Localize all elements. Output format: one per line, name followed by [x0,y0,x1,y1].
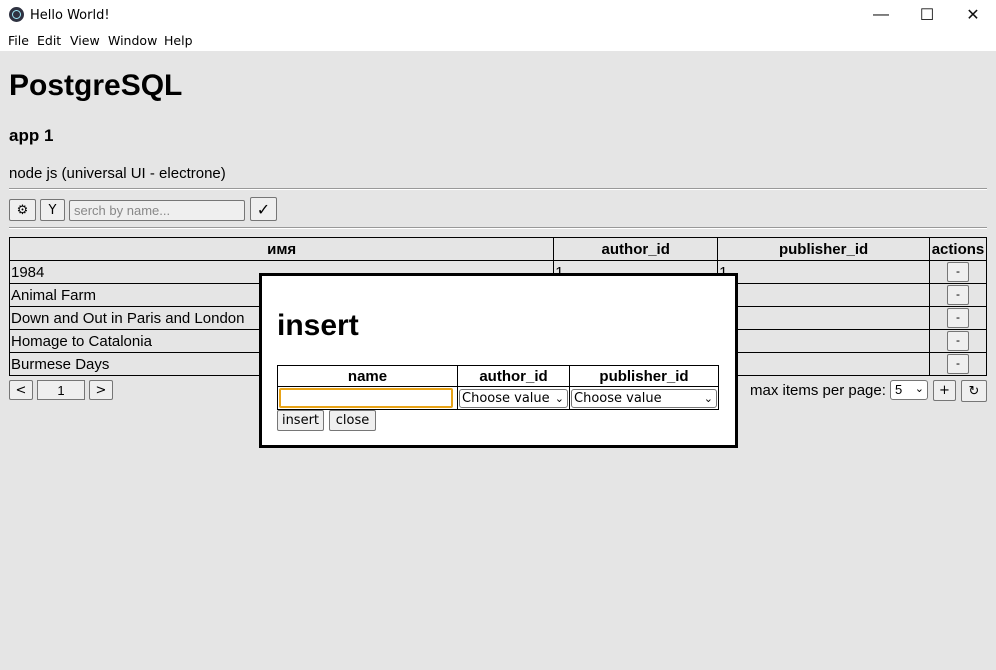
cell-actions: - [928,329,988,353]
chevron-down-icon: ⌄ [703,391,713,405]
cell-publisher-id [717,306,930,330]
page-description: node js (universal UI - electrone) [9,165,226,182]
menu-edit[interactable]: Edit [37,33,61,48]
settings-button[interactable]: ⚙ [9,199,36,221]
title-bar: Hello World! — ☐ ✕ [0,0,996,30]
page-subtitle: app 1 [9,126,54,145]
max-items-label: max items per page: [750,382,886,399]
publisher-id-select[interactable]: Choose value ⌄ [571,388,717,408]
cell-publisher-id [717,352,930,376]
column-header-actions: actions [928,237,988,261]
prev-page-button[interactable]: < [9,380,33,400]
max-items-select[interactable]: 5 ⌄ [890,380,928,400]
author-id-select[interactable]: Choose value ⌄ [459,388,568,408]
insert-column-name: name [277,365,458,387]
cell-actions: - [928,306,988,330]
insert-form-table: name author_id publisher_id Choose value… [277,365,719,410]
chevron-down-icon: ⌄ [914,383,924,395]
insert-input-row: Choose value ⌄ Choose value ⌄ [277,386,719,410]
delete-row-button[interactable]: - [946,354,969,374]
search-input[interactable]: serch by name... [69,200,245,221]
table-header-row: имя author_id publisher_id actions [8,237,988,261]
cell-publisher-id [717,283,930,307]
page-number-input[interactable]: 1 [37,380,85,400]
delete-row-button[interactable]: - [946,285,969,305]
insert-button[interactable]: insert [277,410,324,431]
refresh-button[interactable]: ↻ [961,380,987,402]
next-page-button[interactable]: > [89,380,113,400]
delete-row-button[interactable]: - [946,262,969,282]
confirm-search-button[interactable]: ✓ [250,197,277,221]
insert-dialog: insert name author_id publisher_id Choos… [259,273,738,448]
divider [9,227,987,229]
publisher-select-value: Choose value [574,390,662,406]
chevron-down-icon: ⌄ [554,391,564,405]
main-content: PostgreSQL app 1 node js (universal UI -… [0,51,996,670]
insert-author-cell: Choose value ⌄ [457,386,570,410]
window-title: Hello World! [30,8,110,23]
menu-help[interactable]: Help [164,33,193,48]
column-header-publisher-id[interactable]: publisher_id [717,237,930,261]
search-placeholder: serch by name... [74,203,171,218]
insert-column-publisher-id: publisher_id [569,365,719,387]
close-window-button[interactable]: ✕ [950,0,996,30]
name-input[interactable] [279,388,453,408]
dialog-title: insert [277,309,359,342]
menu-bar: File Edit View Window Help [0,30,996,51]
page-title: PostgreSQL [9,69,183,102]
gear-icon: ⚙ [16,202,29,218]
cell-publisher-id: 1 [717,260,930,284]
minimize-button[interactable]: — [858,0,904,30]
electron-app-icon [9,7,24,22]
cell-actions: - [928,352,988,376]
cell-actions: - [928,260,988,284]
insert-name-cell [277,386,458,410]
author-select-value: Choose value [462,390,550,406]
column-header-name[interactable]: имя [8,237,555,261]
menu-file[interactable]: File [8,33,29,48]
max-items-value: 5 [895,382,903,397]
divider [9,188,987,190]
delete-row-button[interactable]: - [946,308,969,328]
cell-publisher-id [717,329,930,353]
menu-window[interactable]: Window [108,33,157,48]
refresh-icon: ↻ [968,383,980,399]
add-button[interactable]: + [933,380,956,401]
close-dialog-button[interactable]: close [329,410,376,431]
menu-view[interactable]: View [70,33,100,48]
maximize-button[interactable]: ☐ [904,0,950,30]
filter-button[interactable]: Y [40,199,65,221]
insert-column-author-id: author_id [457,365,570,387]
check-icon: ✓ [256,199,271,219]
delete-row-button[interactable]: - [946,331,969,351]
insert-header-row: name author_id publisher_id [277,365,719,387]
insert-publisher-cell: Choose value ⌄ [569,386,719,410]
cell-actions: - [928,283,988,307]
column-header-author-id[interactable]: author_id [553,237,719,261]
